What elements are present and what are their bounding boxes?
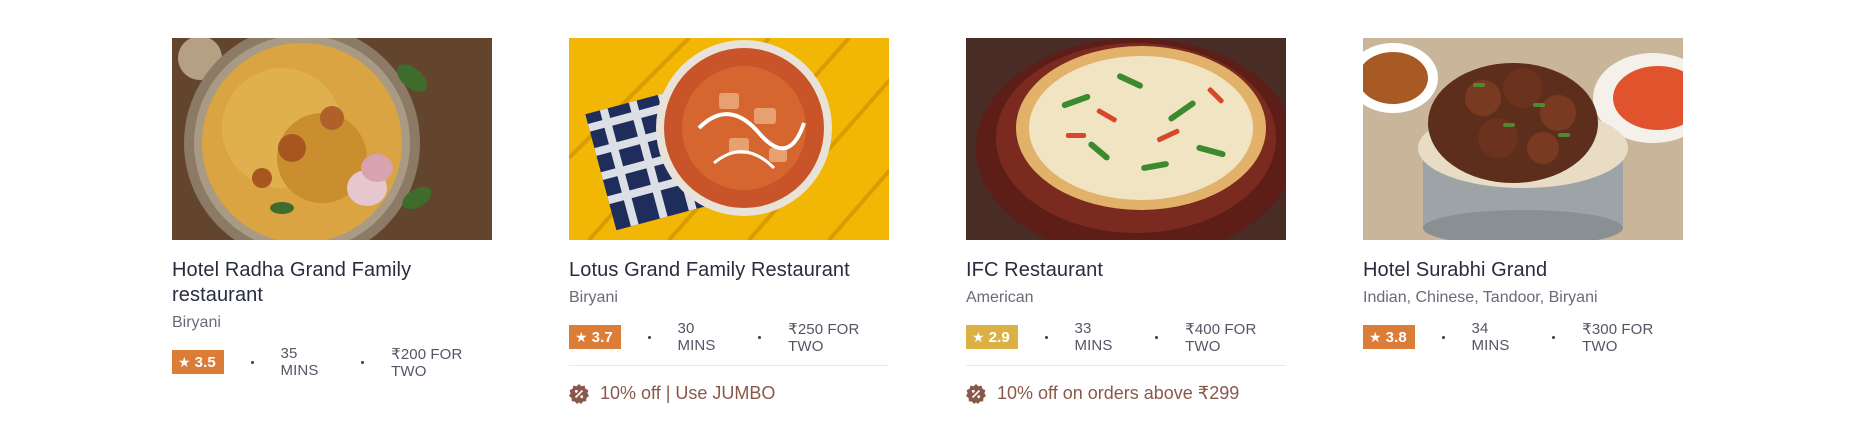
restaurant-cuisine: Biryani xyxy=(172,314,221,331)
pizza-image xyxy=(966,38,1286,240)
rating-value: 3.8 xyxy=(1385,328,1407,346)
delivery-time: 34 MINS xyxy=(1471,320,1510,354)
biryani-dish-image xyxy=(172,38,492,240)
chicken-biryani-image xyxy=(1363,38,1683,240)
rating-badge: ★ 3.7 xyxy=(569,325,621,349)
offer-text: 10% off on orders above ₹299 xyxy=(997,383,1240,403)
delivery-time: 35 MINS xyxy=(280,345,319,379)
offer-row: 10% off | Use JUMBO xyxy=(569,383,889,404)
rating-value: 3.5 xyxy=(194,353,216,371)
cost-for-two: ₹200 FOR TWO xyxy=(391,345,463,380)
separator-dot xyxy=(1441,335,1445,339)
separator-dot xyxy=(1044,335,1048,339)
cost-for-two: ₹300 FOR TWO xyxy=(1582,320,1654,355)
rating-value: 3.7 xyxy=(591,328,613,346)
restaurant-meta: ★ 3.8 34 MINS ₹300 FOR TWO xyxy=(1363,320,1683,355)
restaurant-cuisine: American xyxy=(966,289,1034,306)
delivery-time: 33 MINS xyxy=(1074,320,1113,354)
paneer-curry-image xyxy=(569,38,889,240)
restaurant-name[interactable]: IFC Restaurant xyxy=(966,258,1286,283)
chicken-biryani-image xyxy=(1363,38,1683,240)
offer-row: 10% off on orders above ₹299 xyxy=(966,383,1286,404)
offer-text: 10% off | Use JUMBO xyxy=(600,383,776,403)
discount-icon xyxy=(569,383,589,404)
paneer-curry-image xyxy=(569,38,889,240)
restaurant-name[interactable]: Hotel Surabhi Grand xyxy=(1363,258,1683,283)
restaurant-card-1[interactable]: Hotel Radha Grand Family restaurant Biry… xyxy=(172,38,492,380)
biryani-dish-image xyxy=(172,38,492,240)
rating-badge: ★ 3.8 xyxy=(1363,325,1415,349)
discount-icon xyxy=(966,383,986,404)
separator-dot xyxy=(361,360,365,364)
restaurant-card-4[interactable]: Hotel Surabhi Grand Indian, Chinese, Tan… xyxy=(1363,38,1683,355)
star-icon: ★ xyxy=(575,329,588,345)
delivery-time: 30 MINS xyxy=(677,320,716,354)
separator-dot xyxy=(250,360,254,364)
star-icon: ★ xyxy=(1369,329,1382,345)
star-icon: ★ xyxy=(178,354,191,370)
rating-badge: ★ 3.5 xyxy=(172,350,224,374)
restaurant-cuisine: Biryani xyxy=(569,289,618,306)
separator-dot xyxy=(758,335,762,339)
cost-for-two: ₹400 FOR TWO xyxy=(1185,320,1257,355)
card-divider xyxy=(966,365,1286,366)
restaurant-card-2[interactable]: Lotus Grand Family Restaurant Biryani ★ … xyxy=(569,38,889,404)
restaurant-meta: ★ 3.5 35 MINS ₹200 FOR TWO xyxy=(172,345,492,380)
separator-dot xyxy=(1552,335,1556,339)
restaurant-meta: ★ 3.7 30 MINS ₹250 FOR TWO xyxy=(569,320,889,355)
separator-dot xyxy=(647,335,651,339)
separator-dot xyxy=(1155,335,1159,339)
restaurant-cuisine: Indian, Chinese, Tandoor, Biryani xyxy=(1363,289,1598,306)
rating-value: 2.9 xyxy=(988,328,1010,346)
restaurant-meta: ★ 2.9 33 MINS ₹400 FOR TWO xyxy=(966,320,1286,355)
star-icon: ★ xyxy=(972,329,985,345)
restaurant-name[interactable]: Lotus Grand Family Restaurant xyxy=(569,258,889,283)
card-divider xyxy=(569,365,889,366)
restaurant-card-3[interactable]: IFC Restaurant American ★ 2.9 33 MINS ₹4… xyxy=(966,38,1286,404)
restaurant-name[interactable]: Hotel Radha Grand Family restaurant xyxy=(172,258,492,308)
rating-badge: ★ 2.9 xyxy=(966,325,1018,349)
cost-for-two: ₹250 FOR TWO xyxy=(788,320,860,355)
pizza-image xyxy=(966,38,1286,240)
